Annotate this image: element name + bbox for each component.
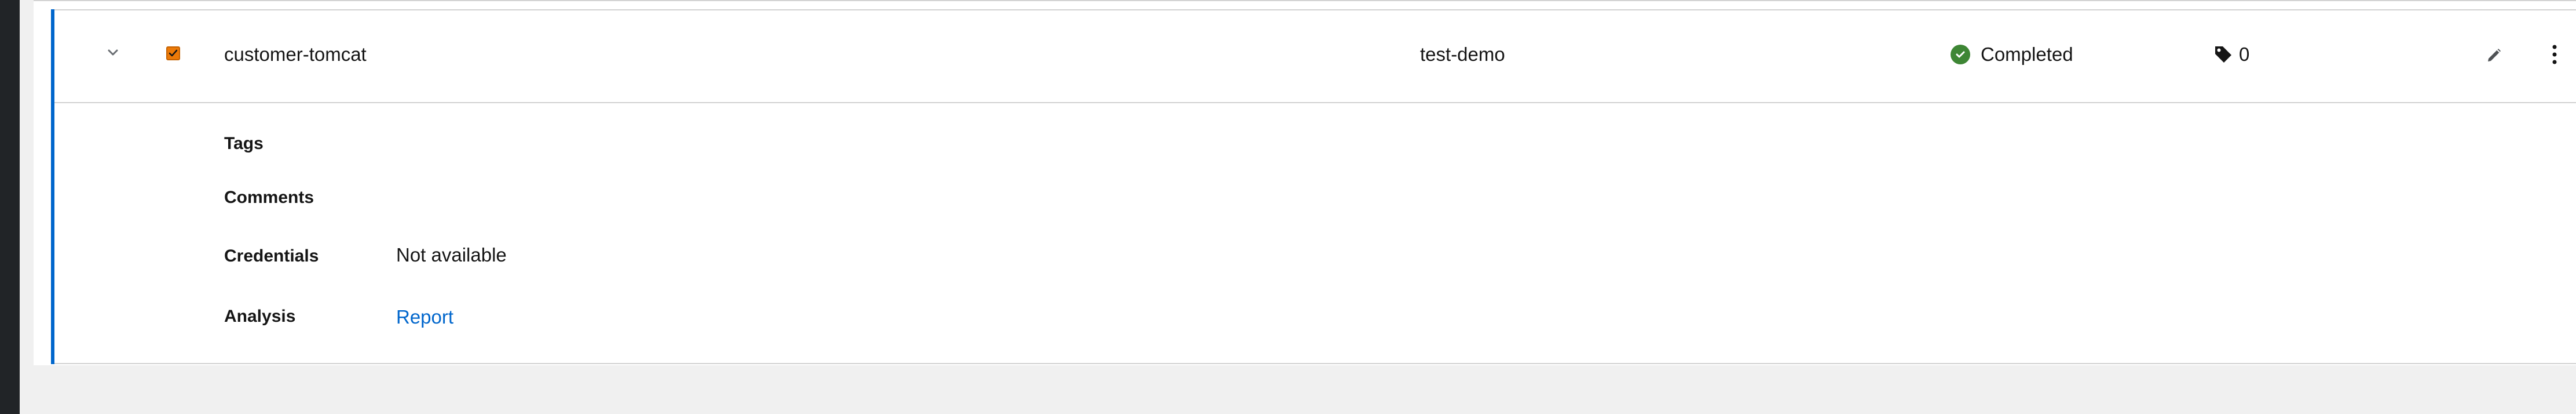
application-name: customer-tomcat	[224, 43, 367, 65]
detail-label-tags: Tags	[224, 134, 264, 153]
status-label: Completed	[1981, 43, 2073, 65]
assessment-status: Completed	[1951, 43, 2073, 66]
left-nav-strip	[0, 0, 20, 414]
tag-icon	[2215, 46, 2231, 63]
tag-count: 0	[2213, 43, 2249, 66]
business-service: test-demo	[1420, 43, 1505, 65]
checkbox-checked-icon	[169, 49, 178, 57]
row-bottom-divider	[54, 363, 2576, 364]
chevron-down-icon	[108, 49, 118, 56]
detail-label-analysis: Analysis	[224, 307, 296, 326]
detail-label-comments: Comments	[224, 188, 314, 207]
analysis-report-link[interactable]: Report	[396, 306, 453, 329]
table-row	[54, 9, 2576, 103]
kebab-icon	[2552, 45, 2557, 64]
detail-label-credentials: Credentials	[224, 246, 319, 266]
pencil-icon	[2488, 49, 2501, 61]
row-actions-kebab-button[interactable]	[2546, 43, 2563, 66]
expand-toggle-button[interactable]	[104, 44, 122, 61]
edit-button[interactable]	[2483, 43, 2507, 66]
row-select-checkbox[interactable]	[166, 46, 180, 60]
check-circle-icon	[1951, 45, 1970, 64]
credentials-value: Not available	[396, 244, 507, 266]
tag-count-value: 0	[2239, 43, 2250, 65]
